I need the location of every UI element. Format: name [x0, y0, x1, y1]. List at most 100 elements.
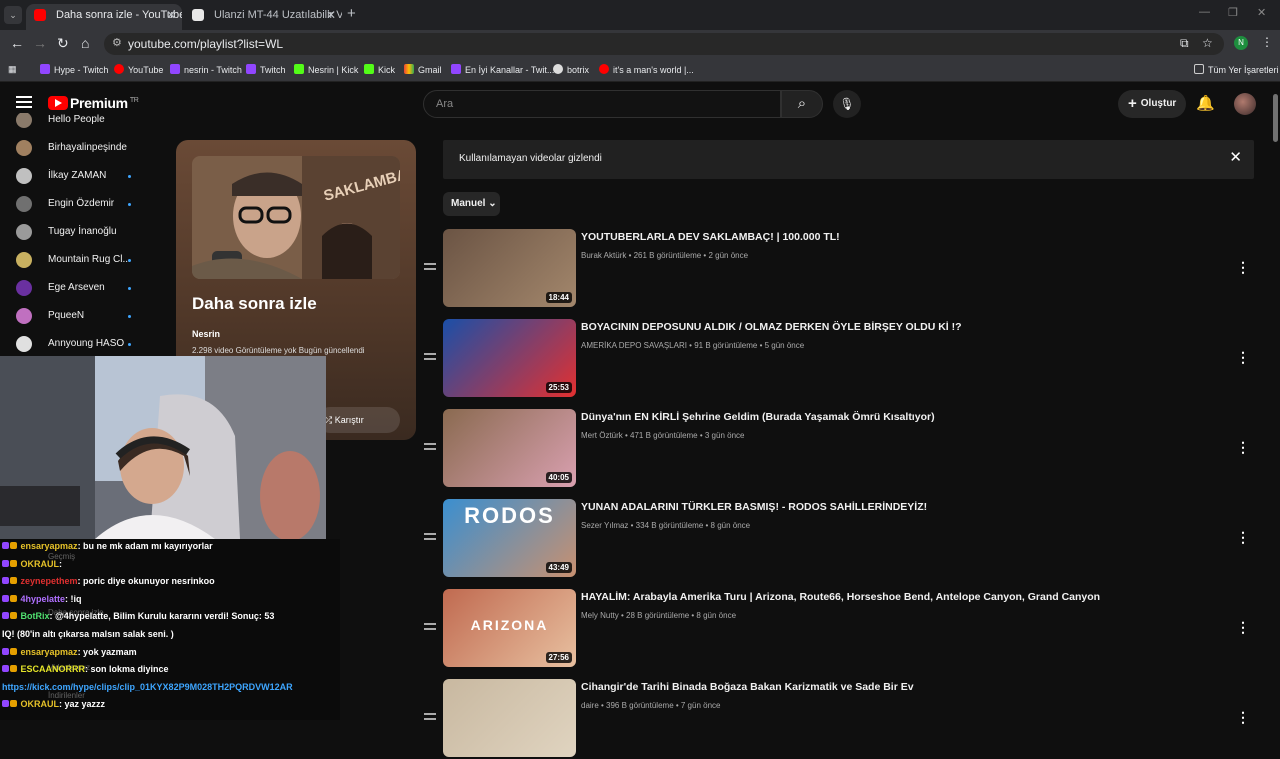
- bookmark-youtube[interactable]: YouTube: [114, 64, 163, 75]
- video-title[interactable]: BOYACININ DEPOSUNU ALDIK / OLMAZ DERKEN …: [581, 321, 962, 333]
- more-options-icon[interactable]: ⋮: [1236, 619, 1250, 636]
- youtube-premium-logo[interactable]: Premium TR: [70, 95, 139, 111]
- sidebar-channel-item[interactable]: İlkay ZAMAN: [0, 163, 170, 191]
- drag-handle-icon[interactable]: [424, 713, 436, 723]
- sidebar-channel-item[interactable]: Tugay İnanoğlu: [0, 219, 170, 247]
- notifications-bell-icon[interactable]: 🔔: [1196, 94, 1215, 112]
- close-tab-icon[interactable]: ✕: [326, 4, 336, 26]
- close-window-icon[interactable]: ✕: [1257, 6, 1266, 19]
- new-tab-icon[interactable]: +: [347, 5, 356, 22]
- back-icon[interactable]: ←: [10, 35, 24, 51]
- playlist-owner[interactable]: Nesrin: [192, 329, 220, 339]
- playlist-thumbnail[interactable]: SAKLAMBAÇ!: [192, 156, 400, 279]
- playlist-video-row[interactable]: 40:05 Dünya'nın EN KİRLİ Şehrine Geldim (…: [420, 409, 1260, 489]
- page-scrollbar[interactable]: [1271, 82, 1280, 720]
- sidebar-channel-item[interactable]: Birhayalinpeşinde: [0, 135, 170, 163]
- video-thumbnail[interactable]: 25:53: [443, 319, 576, 397]
- new-content-dot: [128, 315, 131, 318]
- search-icon[interactable]: ⌕: [781, 90, 823, 118]
- scrollbar-thumb[interactable]: [1273, 94, 1278, 142]
- address-toolbar: ← → ↻ ⌂ ⚙ youtube.com/playlist?list=WL ⧉…: [0, 30, 1280, 58]
- search-input[interactable]: Ara: [423, 90, 781, 118]
- more-options-icon[interactable]: ⋮: [1236, 349, 1250, 366]
- sidebar-channel-item[interactable]: Annyoung HASO: [0, 331, 170, 358]
- chat-username[interactable]: OKRAUL: [21, 559, 60, 569]
- apps-grid-icon[interactable]: ▦: [8, 64, 17, 75]
- drag-handle-icon[interactable]: [424, 263, 436, 273]
- video-thumbnail[interactable]: 40:05: [443, 409, 576, 487]
- chat-username[interactable]: ensaryapmaz: [21, 647, 78, 657]
- playlist-video-row[interactable]: 18:44 YOUTUBERLARLA DEV SAKLAMBAÇ! | 100.…: [420, 229, 1260, 309]
- bookmark-kick[interactable]: Kick: [364, 64, 395, 75]
- chat-username[interactable]: ensaryapmaz: [21, 541, 78, 551]
- video-thumbnail[interactable]: [443, 679, 576, 757]
- shuffle-button[interactable]: ⤮ Karıştır: [317, 407, 400, 433]
- video-title[interactable]: YOUTUBERLARLA DEV SAKLAMBAÇ! | 100.000 T…: [581, 231, 840, 243]
- channel-avatar: [16, 224, 32, 240]
- drag-handle-icon[interactable]: [424, 533, 436, 543]
- sort-dropdown[interactable]: Manuel ⌄: [443, 192, 500, 216]
- sidebar-channel-item[interactable]: PqueeN: [0, 303, 170, 331]
- bookmark-nesrin-kick[interactable]: Nesrin | Kick: [294, 64, 358, 75]
- browser-menu-icon[interactable]: ⋮: [1261, 35, 1273, 49]
- hamburger-menu-icon[interactable]: [16, 96, 32, 108]
- video-thumbnail[interactable]: ARIZONA 27:56: [443, 589, 576, 667]
- video-title[interactable]: HAYALİM: Arabayla Amerika Turu | Arizona…: [581, 591, 1100, 603]
- minimize-icon[interactable]: —: [1199, 6, 1210, 18]
- sidebar-channel-item[interactable]: Ege Arseven: [0, 275, 170, 303]
- chat-username[interactable]: 4hypelatte: [21, 594, 66, 604]
- sidebar-channel-item[interactable]: Engin Özdemir: [0, 191, 170, 219]
- chat-username[interactable]: BotRix: [21, 611, 50, 621]
- video-title[interactable]: Cihangir'de Tarihi Binada Boğaza Bakan K…: [581, 681, 914, 693]
- bookmark-hype-twitch[interactable]: Hype - Twitch: [40, 64, 108, 75]
- drag-handle-icon[interactable]: [424, 623, 436, 633]
- bookmark-gmail[interactable]: Gmail: [404, 64, 442, 75]
- video-thumbnail[interactable]: RODOS 43:49: [443, 499, 576, 577]
- account-avatar[interactable]: [1234, 93, 1256, 115]
- chat-username[interactable]: OKRAUL: [21, 699, 60, 709]
- site-info-icon[interactable]: ⚙: [112, 36, 122, 49]
- all-bookmarks[interactable]: Tüm Yer İşaretleri: [1194, 64, 1279, 75]
- sidebar-channel-item[interactable]: Hello People: [0, 113, 170, 135]
- install-app-icon[interactable]: ⧉: [1180, 36, 1189, 51]
- close-tab-icon[interactable]: ✕: [166, 4, 176, 26]
- more-options-icon[interactable]: ⋮: [1236, 439, 1250, 456]
- video-thumbnail[interactable]: 18:44: [443, 229, 576, 307]
- reload-icon[interactable]: ↻: [57, 35, 69, 52]
- drag-handle-icon[interactable]: [424, 443, 436, 453]
- playlist-video-row[interactable]: Cihangir'de Tarihi Binada Boğaza Bakan K…: [420, 679, 1260, 759]
- bookmark-twitch[interactable]: Twitch: [246, 64, 286, 75]
- bookmark-nesrin-twitch[interactable]: nesrin - Twitch: [170, 64, 242, 75]
- omnibox[interactable]: ⚙ youtube.com/playlist?list=WL ⧉ ☆: [104, 33, 1224, 55]
- more-options-icon[interactable]: ⋮: [1236, 259, 1250, 276]
- playlist-video-row[interactable]: ARIZONA 27:56 HAYALİM: Arabayla Amerika Tu…: [420, 589, 1260, 669]
- profile-avatar[interactable]: N: [1234, 36, 1248, 50]
- chat-username[interactable]: zeynepethem: [21, 576, 78, 586]
- tab-ulanzi[interactable]: Ulanzi MT-44 Uzatılabilir Vlog T ✕: [184, 4, 342, 30]
- more-options-icon[interactable]: ⋮: [1236, 709, 1250, 726]
- tab-youtube[interactable]: Daha sonra izle - YouTube ✕: [26, 4, 182, 30]
- url-text[interactable]: youtube.com/playlist?list=WL: [128, 37, 283, 51]
- chat-username[interactable]: ESCAANORRR: [21, 664, 86, 674]
- bookmark-botrix[interactable]: botrix: [553, 64, 589, 75]
- restore-icon[interactable]: ❐: [1228, 6, 1238, 19]
- microphone-icon[interactable]: 🎙: [833, 90, 861, 118]
- video-title[interactable]: YUNAN ADALARINI TÜRKLER BASMIŞ! - RODOS …: [581, 501, 927, 513]
- youtube-logo-icon[interactable]: [48, 96, 68, 110]
- playlist-video-row[interactable]: 25:53 BOYACININ DEPOSUNU ALDIK / OLMAZ DE…: [420, 319, 1260, 399]
- more-options-icon[interactable]: ⋮: [1236, 529, 1250, 546]
- bookmark-en-iyi-kanallar[interactable]: En İyi Kanallar - Twit...: [451, 64, 554, 75]
- home-icon[interactable]: ⌂: [81, 35, 89, 51]
- bookmark-mans-world[interactable]: it's a man's world |...: [599, 64, 694, 75]
- drag-handle-icon[interactable]: [424, 353, 436, 363]
- video-title[interactable]: Dünya'nın EN KİRLİ Şehrine Geldim (Burad…: [581, 411, 935, 423]
- plus-icon: +: [1128, 95, 1137, 112]
- tab-search-icon[interactable]: ⌄: [4, 6, 22, 24]
- chat-text: : @4hypelatte, Bilim Kurulu kararını ver…: [49, 611, 275, 622]
- bookmark-star-icon[interactable]: ☆: [1202, 36, 1213, 50]
- close-notice-icon[interactable]: ✕: [1229, 148, 1242, 166]
- create-button[interactable]: + Oluştur: [1118, 90, 1186, 118]
- forward-icon[interactable]: →: [33, 35, 47, 51]
- playlist-video-row[interactable]: RODOS 43:49 YUNAN ADALARINI TÜRKLER BASMIŞ…: [420, 499, 1260, 579]
- sidebar-channel-item[interactable]: Mountain Rug Cl...: [0, 247, 170, 275]
